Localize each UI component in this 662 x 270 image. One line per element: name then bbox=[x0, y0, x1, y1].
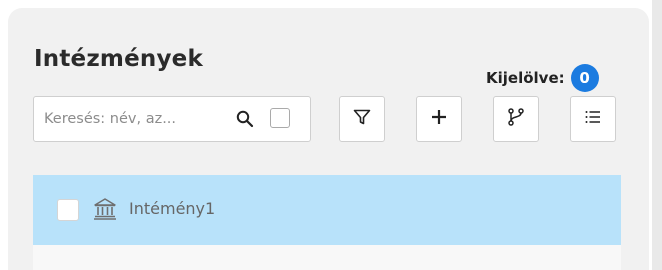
list-item-checkbox[interactable] bbox=[57, 199, 79, 221]
filter-button[interactable] bbox=[339, 96, 385, 142]
list-empty-area bbox=[33, 245, 621, 270]
scrollbar[interactable] bbox=[652, 0, 662, 270]
institutions-panel: Intézmények Kijelölve: 0 Keresés: név, a… bbox=[8, 8, 649, 270]
search-select-all-checkbox[interactable] bbox=[270, 108, 290, 128]
search-box[interactable] bbox=[33, 96, 311, 142]
search-input[interactable] bbox=[44, 97, 226, 141]
filter-icon bbox=[352, 107, 372, 131]
institution-icon bbox=[92, 196, 118, 222]
branch-icon bbox=[506, 107, 526, 131]
plus-icon bbox=[429, 107, 449, 131]
branch-button[interactable] bbox=[493, 96, 539, 142]
search-icon[interactable] bbox=[235, 109, 255, 129]
page: Intézmények Kijelölve: 0 Keresés: név, a… bbox=[0, 0, 662, 270]
selected-label: Kijelölve: bbox=[486, 69, 565, 87]
list-icon bbox=[583, 107, 603, 131]
list-view-button[interactable] bbox=[570, 96, 616, 142]
add-button[interactable] bbox=[416, 96, 462, 142]
selected-counter: Kijelölve: 0 bbox=[486, 64, 599, 92]
list-item[interactable]: Intémény1 bbox=[33, 175, 621, 245]
panel-title: Intézmények bbox=[34, 46, 203, 72]
list-item-label: Intémény1 bbox=[129, 199, 216, 218]
selected-count-badge: 0 bbox=[570, 64, 599, 92]
